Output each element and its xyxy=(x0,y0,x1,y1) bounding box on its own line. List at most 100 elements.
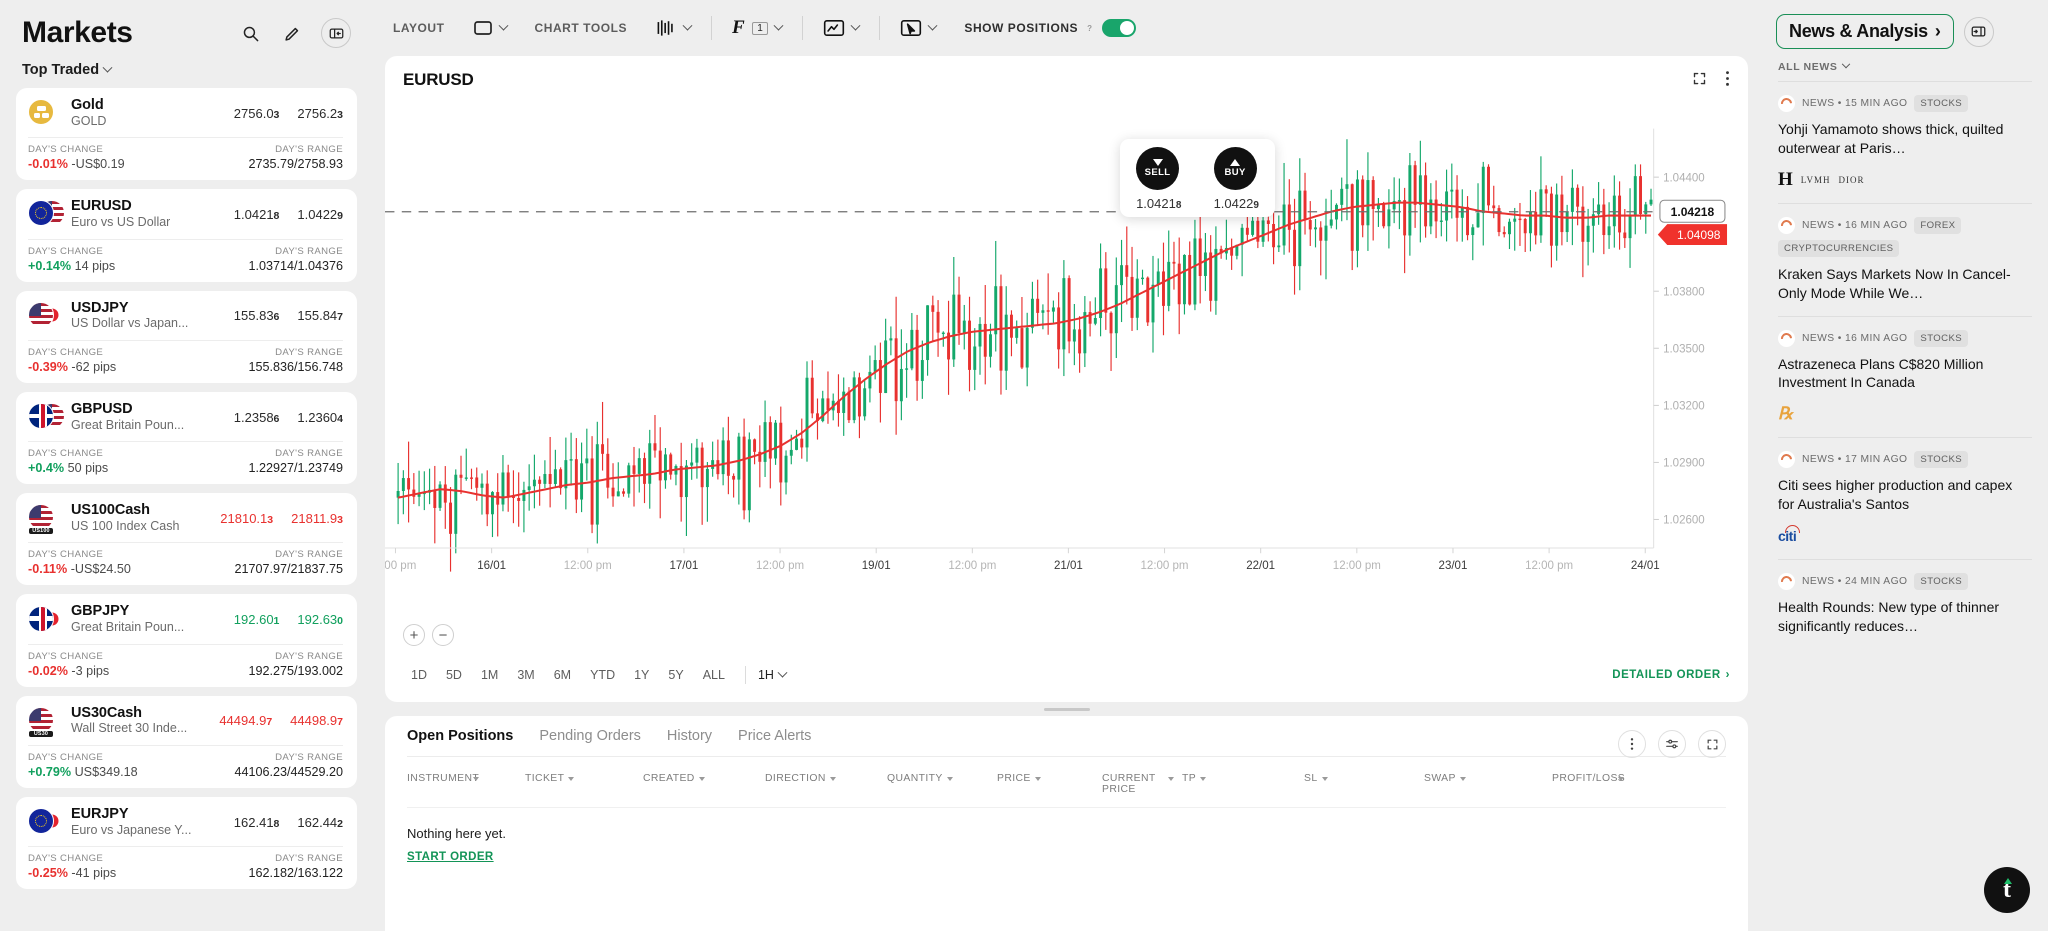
show-positions-toggle[interactable]: SHOW POSITIONS ? xyxy=(950,19,1149,37)
markets-filter-dropdown[interactable]: Top Traded xyxy=(0,56,371,88)
ask-price[interactable]: 155.847 xyxy=(297,308,343,323)
column-header-direction[interactable]: DIRECTION xyxy=(765,773,887,795)
sell-button[interactable]: SELL xyxy=(1136,147,1180,190)
cursor-mode-select[interactable] xyxy=(886,19,950,37)
tab-history[interactable]: History xyxy=(667,728,712,756)
column-header-swap[interactable]: SWAP xyxy=(1424,773,1552,795)
zoom-in-button[interactable]: + xyxy=(403,624,425,646)
price-chart[interactable] xyxy=(385,96,1748,654)
more-vertical-icon[interactable] xyxy=(1725,70,1730,90)
news-list[interactable]: NEWS • 15 MIN AGO STOCKS Yohji Yamamoto sh… xyxy=(1762,81,2048,931)
more-vertical-icon[interactable] xyxy=(1618,730,1646,758)
detailed-order-link[interactable]: DETAILED ORDER › xyxy=(1612,669,1730,681)
news-tag[interactable]: CRYPTOCURRENCIES xyxy=(1778,239,1900,257)
news-headline[interactable]: Kraken Says Markets Now In Cancel-Only M… xyxy=(1778,265,2032,303)
settings-sliders-icon[interactable] xyxy=(1658,730,1686,758)
column-header-current-price[interactable]: CURRENT PRICE xyxy=(1102,773,1182,795)
panel-resize-handle[interactable] xyxy=(371,702,1762,716)
expand-icon[interactable] xyxy=(1692,71,1707,89)
news-tag[interactable]: STOCKS xyxy=(1914,573,1969,591)
bid-price[interactable]: 2756.03 xyxy=(234,106,280,121)
column-header-created[interactable]: CREATED xyxy=(643,773,765,795)
news-tag[interactable]: STOCKS xyxy=(1914,451,1969,469)
bid-price[interactable]: 44494.97 xyxy=(219,713,272,728)
news-headline[interactable]: Astrazeneca Plans C$820 Million Investme… xyxy=(1778,355,2032,393)
news-item[interactable]: NEWS • 16 MIN AGO STOCKS Astrazeneca Plans… xyxy=(1778,315,2032,438)
timeframe-3m[interactable]: 3M xyxy=(509,664,542,686)
tab-pending-orders[interactable]: Pending Orders xyxy=(539,728,641,756)
news-item[interactable]: NEWS • 17 MIN AGO STOCKS Citi sees higher … xyxy=(1778,437,2032,559)
market-card[interactable]: US30 US30Cash Wall Street 30 Inde... 44494.… xyxy=(16,695,357,789)
expand-icon[interactable] xyxy=(1698,730,1726,758)
chart-type-select[interactable] xyxy=(641,19,705,37)
layout-select[interactable] xyxy=(459,20,521,36)
news-item[interactable]: NEWS • 16 MIN AGO FOREX CRYPTOCURRENCIES Kr… xyxy=(1778,202,2032,316)
ask-price[interactable]: 44498.97 xyxy=(290,713,343,728)
column-header-ticket[interactable]: TICKET xyxy=(525,773,643,795)
news-filter-dropdown[interactable]: ALL NEWS xyxy=(1762,57,2048,81)
market-card[interactable]: US100 US100Cash US 100 Index Cash 21810.13 2… xyxy=(16,493,357,586)
timeframe-all[interactable]: ALL xyxy=(695,664,733,686)
timeframe-ytd[interactable]: YTD xyxy=(582,664,623,686)
bid-price[interactable]: 21810.13 xyxy=(220,511,273,526)
show-positions-help[interactable]: ? xyxy=(1087,24,1092,33)
ask-price[interactable]: 2756.23 xyxy=(297,106,343,121)
search-icon[interactable] xyxy=(237,20,263,46)
assistant-fab-button[interactable]: t xyxy=(1984,867,2030,913)
bid-price[interactable]: 192.601 xyxy=(234,612,280,627)
pencil-icon[interactable] xyxy=(279,20,305,46)
bid-price[interactable]: 162.418 xyxy=(234,815,280,830)
ask-price[interactable]: 21811.93 xyxy=(291,511,343,526)
ask-price[interactable]: 1.04229 xyxy=(297,207,343,222)
panel-expand-icon[interactable] xyxy=(1963,16,1994,47)
ask-price[interactable]: 192.630 xyxy=(297,612,343,627)
positions-tabs[interactable]: Open Positions Pending Orders History Price… xyxy=(407,716,1726,757)
market-card[interactable]: Gold GOLD 2756.03 2756.23 DAY'S CHANGE -0.01%… xyxy=(16,88,357,181)
news-tag[interactable]: STOCKS xyxy=(1914,329,1969,347)
market-card[interactable]: GBPJPY Great Britain Poun... 192.601 192.63… xyxy=(16,594,357,687)
layout-button[interactable]: LAYOUT xyxy=(379,21,459,35)
market-card[interactable]: EURJPY Euro vs Japanese Y... 162.418 162.44… xyxy=(16,797,357,890)
ask-price[interactable]: 1.23604 xyxy=(297,410,343,425)
column-header-sl[interactable]: SL xyxy=(1304,773,1424,795)
news-analysis-button[interactable]: News & Analysis › xyxy=(1776,14,1954,49)
news-item[interactable]: NEWS • 24 MIN AGO STOCKS Health Rounds: Ne… xyxy=(1778,559,2032,649)
ask-price[interactable]: 162.442 xyxy=(297,815,343,830)
timeframe-5d[interactable]: 5D xyxy=(438,664,470,686)
interval-select[interactable]: 1H xyxy=(758,667,788,682)
timeframe-1d[interactable]: 1D xyxy=(403,664,435,686)
column-header-quantity[interactable]: QUANTITY xyxy=(887,773,997,795)
markets-list[interactable]: Gold GOLD 2756.03 2756.23 DAY'S CHANGE -0.01%… xyxy=(0,88,371,931)
column-header-tp[interactable]: TP xyxy=(1182,773,1304,795)
tab-open-positions[interactable]: Open Positions xyxy=(407,728,513,756)
buy-button[interactable]: BUY xyxy=(1213,147,1257,190)
column-header-profit-loss[interactable]: PROFIT/LOSS xyxy=(1552,773,1672,795)
chart-plot-area[interactable]: 1.04400 1.03800 1.03500 1.03200 1.02900 1.026… xyxy=(385,96,1748,654)
market-card[interactable]: GBPUSD Great Britain Poun... 1.23586 1.2360… xyxy=(16,391,357,485)
timeframe-1y[interactable]: 1Y xyxy=(626,664,657,686)
timeframe-6m[interactable]: 6M xyxy=(546,664,579,686)
news-tag[interactable]: STOCKS xyxy=(1914,95,1969,112)
news-item[interactable]: NEWS • 15 MIN AGO STOCKS Yohji Yamamoto sh… xyxy=(1778,81,2032,203)
timeframe-5y[interactable]: 5Y xyxy=(660,664,691,686)
toggle-switch[interactable] xyxy=(1101,19,1136,37)
bid-price[interactable]: 1.23586 xyxy=(234,410,280,425)
zoom-out-button[interactable]: − xyxy=(432,624,454,646)
start-order-link[interactable]: START ORDER xyxy=(407,851,494,863)
chart-tools-button[interactable]: CHART TOOLS xyxy=(521,21,642,35)
bid-price[interactable]: 1.04218 xyxy=(234,207,280,222)
indicators-select[interactable]: f 1 xyxy=(718,17,796,39)
column-header-instrument[interactable]: INSTRUMENT xyxy=(407,773,525,795)
market-card[interactable]: EURUSD Euro vs US Dollar 1.04218 1.04229 DAY… xyxy=(16,189,357,282)
timeframe-1m[interactable]: 1M xyxy=(473,664,506,686)
timeframe-buttons[interactable]: 1D 5D 1M 3M 6M YTD 1Y 5Y ALL xyxy=(403,664,733,686)
market-card[interactable]: USDJPY US Dollar vs Japan... 155.836 155.84… xyxy=(16,290,357,383)
news-tag[interactable]: FOREX xyxy=(1914,216,1962,234)
tab-price-alerts[interactable]: Price Alerts xyxy=(738,728,811,756)
bid-price[interactable]: 155.836 xyxy=(234,308,280,323)
news-headline[interactable]: Health Rounds: New type of thinner signi… xyxy=(1778,598,2032,636)
column-header-price[interactable]: PRICE xyxy=(997,773,1102,795)
panel-collapse-icon[interactable] xyxy=(321,18,351,48)
chart-display-select[interactable] xyxy=(809,19,873,37)
news-headline[interactable]: Citi sees higher production and capex fo… xyxy=(1778,476,2032,514)
